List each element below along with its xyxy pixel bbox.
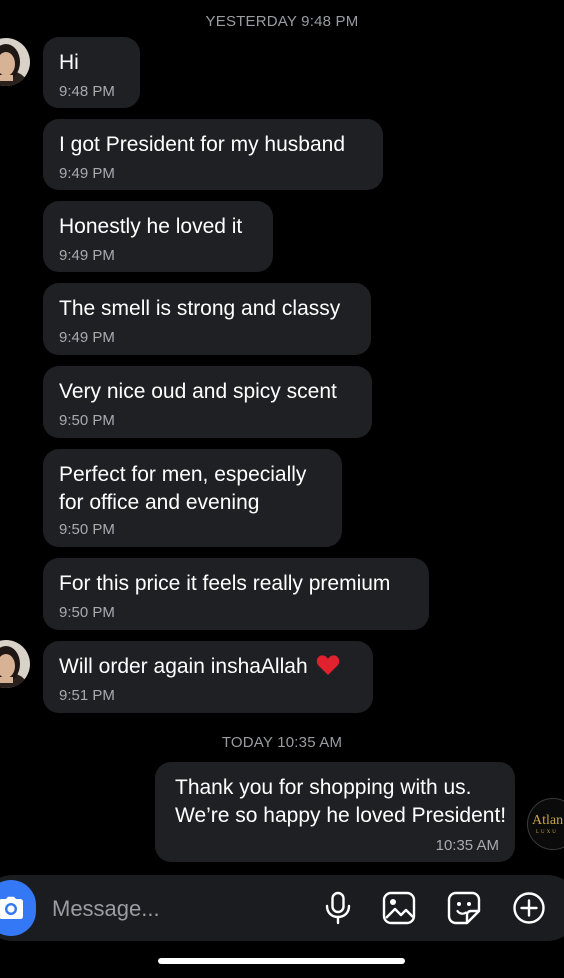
sticker-button[interactable] xyxy=(446,890,482,926)
message-text: Thank you for shopping with us. We’re so… xyxy=(175,776,507,827)
microphone-icon xyxy=(325,891,351,925)
brand-avatar[interactable]: Atlan LUXU xyxy=(527,798,564,850)
customer-avatar[interactable] xyxy=(0,38,30,86)
message-text: Perfect for men, especially for office a… xyxy=(59,463,307,514)
brand-logo-text: Atlan xyxy=(532,813,564,828)
plus-circle-icon xyxy=(513,892,545,924)
date-divider-yesterday: YESTERDAY 9:48 PM xyxy=(205,13,359,30)
message-text: Will order again inshaAllah xyxy=(59,655,308,678)
message-time: 9:51 PM xyxy=(59,687,115,704)
chat-screen: YESTERDAY 9:48 PM Hi 9:48 PM I got Presi… xyxy=(0,0,564,978)
message-time: 9:49 PM xyxy=(59,165,115,182)
gallery-button[interactable] xyxy=(381,890,417,926)
incoming-message[interactable]: For this price it feels really premium 9… xyxy=(43,558,429,630)
message-text: For this price it feels really premium xyxy=(59,572,391,595)
heart-icon xyxy=(316,655,339,675)
incoming-message[interactable]: Will order again inshaAllah 9:51 PM xyxy=(43,641,373,713)
gallery-icon xyxy=(382,891,416,925)
incoming-message[interactable]: Very nice oud and spicy scent 9:50 PM xyxy=(43,366,372,438)
message-text-row: Will order again inshaAllah xyxy=(59,653,340,681)
message-text: I got President for my husband xyxy=(59,133,345,156)
message-time: 9:50 PM xyxy=(59,521,115,538)
camera-icon xyxy=(0,896,23,919)
voice-message-button[interactable] xyxy=(320,890,356,926)
customer-avatar-image xyxy=(0,38,30,86)
message-text: Very nice oud and spicy scent xyxy=(59,380,337,403)
message-time: 9:49 PM xyxy=(59,329,115,346)
brand-logo-subtext: LUXU xyxy=(536,830,558,835)
message-time: 9:50 PM xyxy=(59,412,115,429)
message-time: 9:48 PM xyxy=(59,83,115,100)
message-time: 9:49 PM xyxy=(59,247,115,264)
date-divider-today: TODAY 10:35 AM xyxy=(221,734,343,751)
incoming-message[interactable]: The smell is strong and classy 9:49 PM xyxy=(43,283,371,355)
add-button[interactable] xyxy=(511,890,547,926)
sticker-icon xyxy=(447,891,481,925)
incoming-message[interactable]: Perfect for men, especially for office a… xyxy=(43,449,342,547)
home-indicator[interactable] xyxy=(158,958,405,964)
message-time: 9:50 PM xyxy=(59,604,115,621)
message-text: The smell is strong and classy xyxy=(59,297,341,320)
message-text: Hi xyxy=(59,51,79,74)
customer-avatar-image xyxy=(0,640,30,688)
incoming-message[interactable]: Hi 9:48 PM xyxy=(43,37,140,108)
message-time: 10:35 AM xyxy=(435,837,499,854)
message-input[interactable] xyxy=(52,893,312,925)
incoming-message[interactable]: I got President for my husband 9:49 PM xyxy=(43,119,383,190)
incoming-message[interactable]: Honestly he loved it 9:49 PM xyxy=(43,201,273,272)
message-text: Honestly he loved it xyxy=(59,215,243,238)
outgoing-message[interactable]: Thank you for shopping with us. We’re so… xyxy=(155,762,515,862)
customer-avatar[interactable] xyxy=(0,640,30,688)
